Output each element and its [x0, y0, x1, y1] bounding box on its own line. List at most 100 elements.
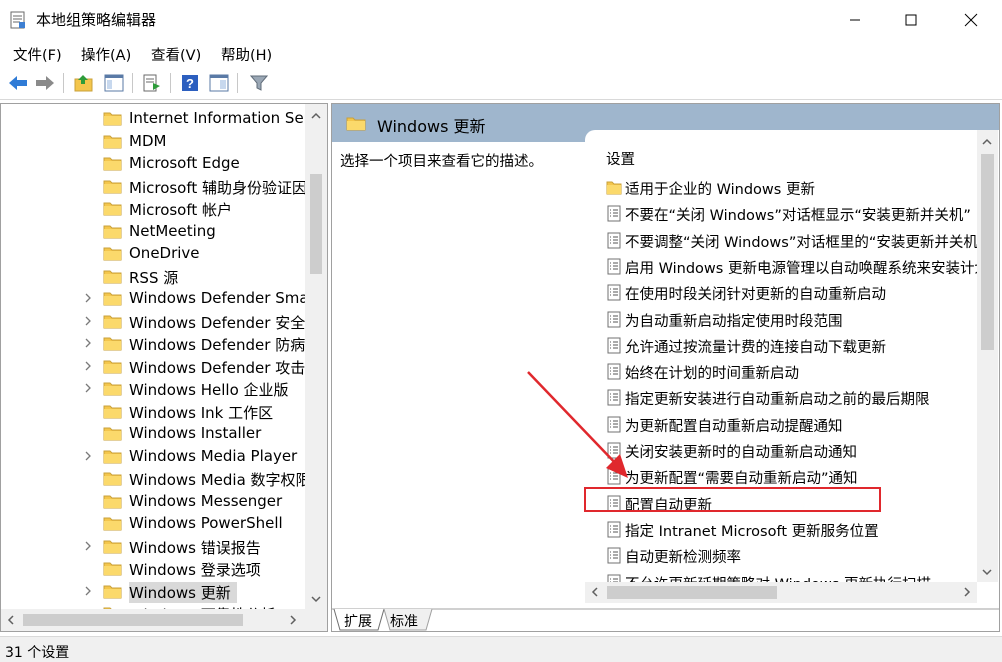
- tree-item[interactable]: Windows Installer: [1, 422, 305, 445]
- forward-button[interactable]: [34, 72, 56, 94]
- setting-label: 不要调整“关闭 Windows”对话框里的“安装更新并关机”: [625, 234, 977, 251]
- chevron-right-icon[interactable]: [84, 450, 92, 462]
- help-button[interactable]: ?: [179, 72, 201, 94]
- tree-horizontal-scrollbar[interactable]: [1, 609, 305, 631]
- up-one-level-button[interactable]: [73, 72, 95, 94]
- settings-column-header[interactable]: 设置: [606, 148, 635, 169]
- policy-setting-item[interactable]: 始终在计划的时间重新启动: [585, 358, 977, 384]
- policy-setting-item[interactable]: 不允许更新延期策略对 Windows 更新执行扫描: [585, 569, 977, 582]
- details-header-title: Windows 更新: [377, 117, 486, 136]
- folder-icon: [103, 202, 122, 216]
- maximize-button[interactable]: [888, 0, 934, 40]
- policy-setting-item[interactable]: 在使用时段关闭针对更新的自动重新启动: [585, 279, 977, 305]
- chevron-right-icon[interactable]: [84, 315, 92, 327]
- window-title: 本地组策略编辑器: [36, 11, 157, 29]
- folder-icon: [103, 450, 122, 463]
- tree-item-label: Windows Defender 攻击防: [129, 358, 305, 377]
- tree-item-label: Windows Defender Smart: [129, 289, 305, 307]
- settings-horizontal-scrollbar[interactable]: [585, 582, 977, 603]
- tree-item[interactable]: RSS 源: [1, 265, 305, 288]
- close-button[interactable]: [948, 0, 994, 40]
- maximize-icon: [905, 14, 917, 26]
- settings-folder-item[interactable]: 适用于企业的 Windows 更新: [585, 174, 977, 200]
- setting-label: 指定 Intranet Microsoft 更新服务位置: [625, 523, 879, 540]
- menu-view[interactable]: 查看(V): [151, 44, 201, 65]
- tree-vertical-scrollbar[interactable]: [305, 104, 327, 609]
- console-tree-pane: Internet Information Servi MDM Microsoft E…: [0, 103, 328, 632]
- policy-setting-item[interactable]: 指定更新安装进行自动重新启动之前的最后期限: [585, 384, 977, 410]
- tree-item[interactable]: Microsoft Edge: [1, 152, 305, 175]
- export-list-button[interactable]: [141, 72, 163, 94]
- back-button[interactable]: [7, 72, 29, 94]
- menu-file[interactable]: 文件(F): [13, 44, 62, 65]
- console-tree-icon: [104, 74, 124, 92]
- settings-vertical-scrollbar[interactable]: [977, 130, 998, 582]
- tree-item[interactable]: Windows 登录选项: [1, 557, 305, 580]
- tree-item[interactable]: Windows 更新: [1, 580, 305, 603]
- gpedit-app-icon: [10, 11, 25, 29]
- folder-icon: [103, 292, 122, 306]
- policy-setting-item[interactable]: 指定 Intranet Microsoft 更新服务位置: [585, 516, 977, 542]
- highlight-configure-auto-update: [584, 487, 881, 512]
- policy-setting-item[interactable]: 为更新配置自动重新启动提醒通知: [585, 411, 977, 437]
- menu-action[interactable]: 操作(A): [81, 44, 131, 65]
- chevron-right-icon[interactable]: [84, 337, 92, 349]
- tree-item-label: Windows 更新: [129, 581, 237, 603]
- tree-item[interactable]: Windows Media 数字权限: [1, 467, 305, 490]
- setting-label: 适用于企业的 Windows 更新: [625, 182, 815, 198]
- policy-setting-item[interactable]: 自动更新检测频率: [585, 542, 977, 568]
- tree-item[interactable]: Windows Defender 防病毒: [1, 332, 305, 355]
- tree-item[interactable]: Windows Defender 安全中: [1, 310, 305, 333]
- tree-item[interactable]: Windows Messenger: [1, 490, 305, 513]
- policy-setting-item[interactable]: 为更新配置“需要自动重新启动”通知: [585, 463, 977, 489]
- tree-item[interactable]: Windows Defender Smart: [1, 287, 305, 310]
- toolbar-separator: [63, 73, 64, 93]
- tree-item[interactable]: Microsoft 辅助身份验证因: [1, 175, 305, 198]
- menu-help[interactable]: 帮助(H): [221, 44, 272, 65]
- tree-item-label: Internet Information Servi: [129, 109, 305, 127]
- tree-item[interactable]: Windows Ink 工作区: [1, 400, 305, 423]
- description-text: 选择一个项目来查看它的描述。: [340, 154, 543, 170]
- policy-setting-icon: [607, 574, 621, 582]
- policy-setting-item[interactable]: 不要在“关闭 Windows”对话框显示“安装更新并关机”: [585, 200, 977, 226]
- policy-setting-item[interactable]: 为自动重新启动指定使用时段范围: [585, 306, 977, 332]
- chevron-right-icon[interactable]: [84, 360, 92, 372]
- chevron-right-icon[interactable]: [84, 382, 92, 394]
- tree-item[interactable]: Microsoft 帐户: [1, 197, 305, 220]
- tree-item[interactable]: Windows Media Player: [1, 445, 305, 468]
- folder-icon: [103, 585, 122, 598]
- tree-item[interactable]: Windows PowerShell: [1, 512, 305, 535]
- filter-icon: [250, 75, 268, 91]
- tree-item-label: Windows Defender 安全中: [129, 313, 305, 332]
- policy-setting-item[interactable]: 不要调整“关闭 Windows”对话框里的“安装更新并关机”: [585, 227, 977, 253]
- tree-item[interactable]: Internet Information Servi: [1, 107, 305, 130]
- tree-item-label: Windows Messenger: [129, 491, 283, 510]
- tab-extended[interactable]: 扩展: [344, 611, 372, 631]
- status-text: 31 个设置: [5, 645, 70, 661]
- policy-setting-icon: [607, 258, 621, 275]
- tree-item[interactable]: NetMeeting: [1, 220, 305, 243]
- properties-button[interactable]: [208, 72, 230, 94]
- tree-item-label: Windows Ink 工作区: [129, 403, 274, 422]
- chevron-right-icon[interactable]: [84, 540, 92, 552]
- show-hide-tree-button[interactable]: [103, 72, 125, 94]
- policy-setting-icon: [607, 284, 621, 301]
- chevron-right-icon[interactable]: [84, 585, 92, 597]
- close-icon: [964, 13, 978, 27]
- tab-standard[interactable]: 标准: [390, 611, 418, 631]
- policy-setting-item[interactable]: 关闭安装更新时的自动重新启动通知: [585, 437, 977, 463]
- policy-setting-item[interactable]: 允许通过按流量计费的连接自动下载更新: [585, 332, 977, 358]
- setting-label: 为更新配置自动重新启动提醒通知: [625, 418, 843, 435]
- tree-item[interactable]: Windows Hello 企业版: [1, 377, 305, 400]
- minimize-button[interactable]: [832, 0, 878, 40]
- tree-item[interactable]: Windows 错误报告: [1, 535, 305, 558]
- tree-item[interactable]: MDM: [1, 130, 305, 153]
- tree-item[interactable]: OneDrive: [1, 242, 305, 265]
- tree-item-label: Microsoft Edge: [129, 154, 240, 172]
- chevron-right-icon[interactable]: [84, 292, 92, 304]
- settings-list: 适用于企业的 Windows 更新不要在“关闭 Windows”对话框显示“安装…: [585, 170, 977, 582]
- tree-item[interactable]: Windows Defender 攻击防: [1, 355, 305, 378]
- policy-setting-item[interactable]: 启用 Windows 更新电源管理以自动唤醒系统来安装计划: [585, 253, 977, 279]
- filter-button[interactable]: [248, 72, 270, 94]
- tree-item-label: OneDrive: [129, 244, 200, 262]
